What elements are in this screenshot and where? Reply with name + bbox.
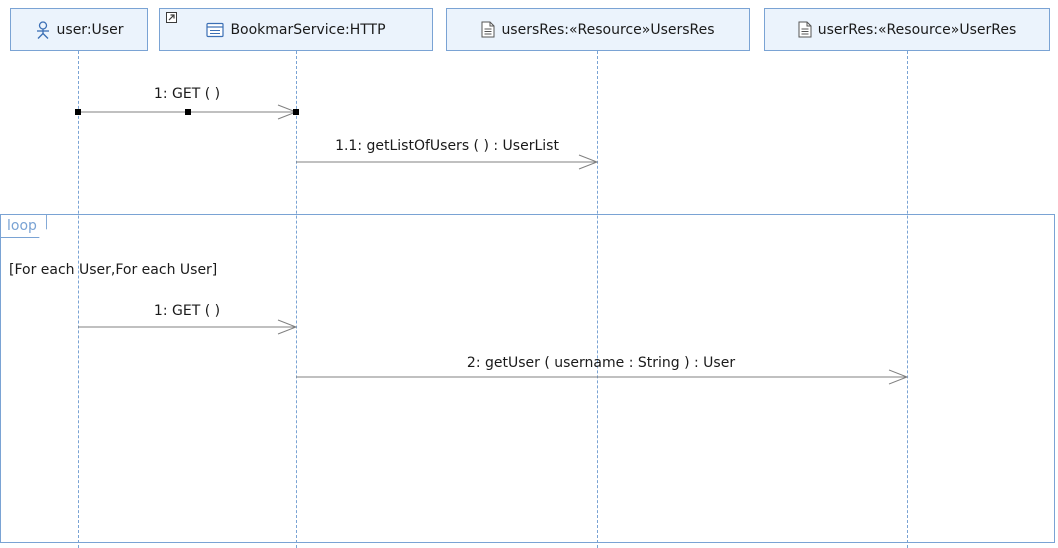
message-loop-get-label: 1: GET ( ) [153,303,221,319]
message-1-1-label: 1.1: getListOfUsers ( ) : UserList [335,138,559,154]
selection-handle[interactable] [293,109,299,115]
message-1-label: 1: GET ( ) [153,86,221,102]
message-1-1-arrow[interactable] [296,154,599,170]
message-2-label: 2: getUser ( username : String ) : User [466,355,736,371]
message-arrows [75,104,909,385]
selection-handle[interactable] [75,109,81,115]
selection-handle[interactable] [185,109,191,115]
message-loop-get-arrow[interactable] [78,319,298,335]
message-2-arrow[interactable] [296,369,909,385]
